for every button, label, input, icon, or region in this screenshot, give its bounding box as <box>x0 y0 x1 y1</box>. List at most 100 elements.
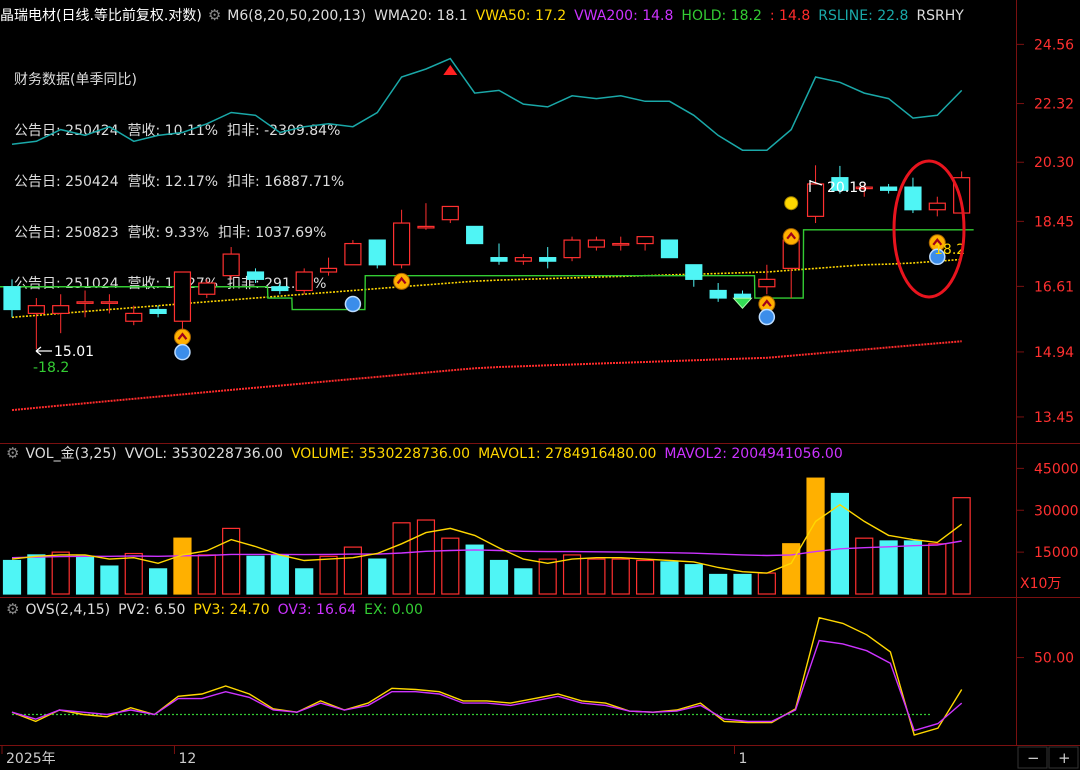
candle <box>879 183 898 194</box>
main-indicator-lines <box>0 57 974 412</box>
blue-signal-icon <box>174 343 191 361</box>
buy-signal-badge <box>393 272 411 290</box>
candle-body <box>3 286 21 311</box>
zoom-in-icon: + <box>1058 749 1071 767</box>
volume-bar <box>51 551 70 595</box>
volume-bars <box>2 477 971 595</box>
candle-body <box>904 186 922 211</box>
candle-body <box>441 205 459 221</box>
zoom-out-button[interactable]: − <box>1017 746 1048 769</box>
volume-bar <box>27 554 46 595</box>
volume-bar <box>635 559 655 595</box>
buy-signal-badge <box>782 228 800 246</box>
candle <box>539 247 557 269</box>
candle-body <box>466 225 484 245</box>
candle <box>587 236 606 251</box>
volume-bar <box>928 543 947 595</box>
volume-bar <box>270 554 289 595</box>
volume-bar <box>319 555 338 595</box>
price-tick-label: 13.45 <box>1034 410 1074 426</box>
candle <box>660 239 679 259</box>
candle <box>27 298 45 350</box>
volume-bar <box>806 477 825 595</box>
candle-body <box>733 293 752 299</box>
candle-body <box>417 225 435 229</box>
volume-bar <box>489 559 509 595</box>
candle-body <box>27 305 45 315</box>
candle-body <box>52 305 70 315</box>
volume-bar <box>782 543 801 595</box>
signal-markers <box>173 65 946 361</box>
candle <box>52 294 70 334</box>
candle-body <box>271 286 289 292</box>
candle-body <box>173 271 192 322</box>
candle-body <box>125 312 143 322</box>
low-annotation: 15.01 -18.2 <box>33 344 94 376</box>
time-tick-label: 1 <box>739 751 748 767</box>
candle-body <box>76 301 94 304</box>
volume-unit-label: X10万 <box>1020 576 1061 592</box>
candle-body <box>100 301 119 304</box>
stock-chart[interactable]: 24.56 22.32 20.30 18.45 16.61 14.94 13.45 4500… <box>0 0 1080 770</box>
candle-body <box>758 278 776 288</box>
candle <box>563 236 581 262</box>
volume-bar <box>514 568 533 595</box>
vwa50-series <box>11 258 962 319</box>
candle <box>271 283 289 295</box>
price-tick-label: 14.94 <box>1034 345 1074 361</box>
volume-bar <box>222 527 241 595</box>
candle <box>685 264 703 287</box>
volume-tick-label: 30000 <box>1034 503 1079 519</box>
candle <box>466 225 484 245</box>
candle <box>636 236 654 251</box>
pv3-series <box>11 616 963 736</box>
price-tick-label: 16.61 <box>1034 279 1074 295</box>
volume-bar <box>75 555 95 595</box>
volume-bar <box>684 564 703 595</box>
blue-signal-icon <box>758 308 776 326</box>
volume-bar <box>295 568 314 595</box>
price-axis-ticks: 24.56 22.32 20.30 18.45 16.61 14.94 13.45 <box>1034 37 1074 426</box>
zoom-in-button[interactable]: + <box>1048 746 1079 769</box>
buy-signal-badge <box>173 328 191 346</box>
volume-bar <box>100 565 119 595</box>
candle <box>295 268 313 295</box>
volume-bar <box>2 559 22 595</box>
candle <box>3 279 21 318</box>
candle <box>441 205 459 224</box>
price-tick-label: 20.30 <box>1034 155 1074 171</box>
candle <box>709 283 727 302</box>
price-gridlines <box>1016 43 1024 418</box>
candle-body <box>198 282 216 295</box>
low-price-label: 15.01 <box>54 344 94 360</box>
candle <box>782 236 800 299</box>
candle-body <box>636 236 654 245</box>
candle <box>514 254 532 265</box>
candle <box>904 177 922 214</box>
candle-body <box>685 264 703 280</box>
rsline-series <box>11 57 963 151</box>
volume-bar <box>538 558 557 595</box>
low-arrow-icon <box>35 346 52 356</box>
zoom-out-icon: − <box>1027 749 1040 767</box>
candle-body <box>587 239 606 248</box>
candle-body <box>393 222 411 266</box>
volume-bar <box>465 544 484 595</box>
candle-body <box>368 239 386 266</box>
vwa200-series <box>11 340 962 412</box>
buy-signal-icon <box>782 228 800 246</box>
candle <box>368 239 386 269</box>
candle <box>246 268 265 284</box>
volume-bar <box>441 537 460 595</box>
candle <box>806 165 825 224</box>
candle <box>490 243 508 265</box>
volume-bar <box>879 540 898 595</box>
candle <box>149 305 167 318</box>
candle-body <box>514 257 532 262</box>
volume-bar <box>757 572 776 595</box>
candle-body <box>928 202 946 211</box>
candle <box>612 236 630 251</box>
volume-bar <box>611 558 630 595</box>
ovs-axis-ticks: 50.00 <box>1016 651 1074 667</box>
volume-bar <box>952 497 971 595</box>
